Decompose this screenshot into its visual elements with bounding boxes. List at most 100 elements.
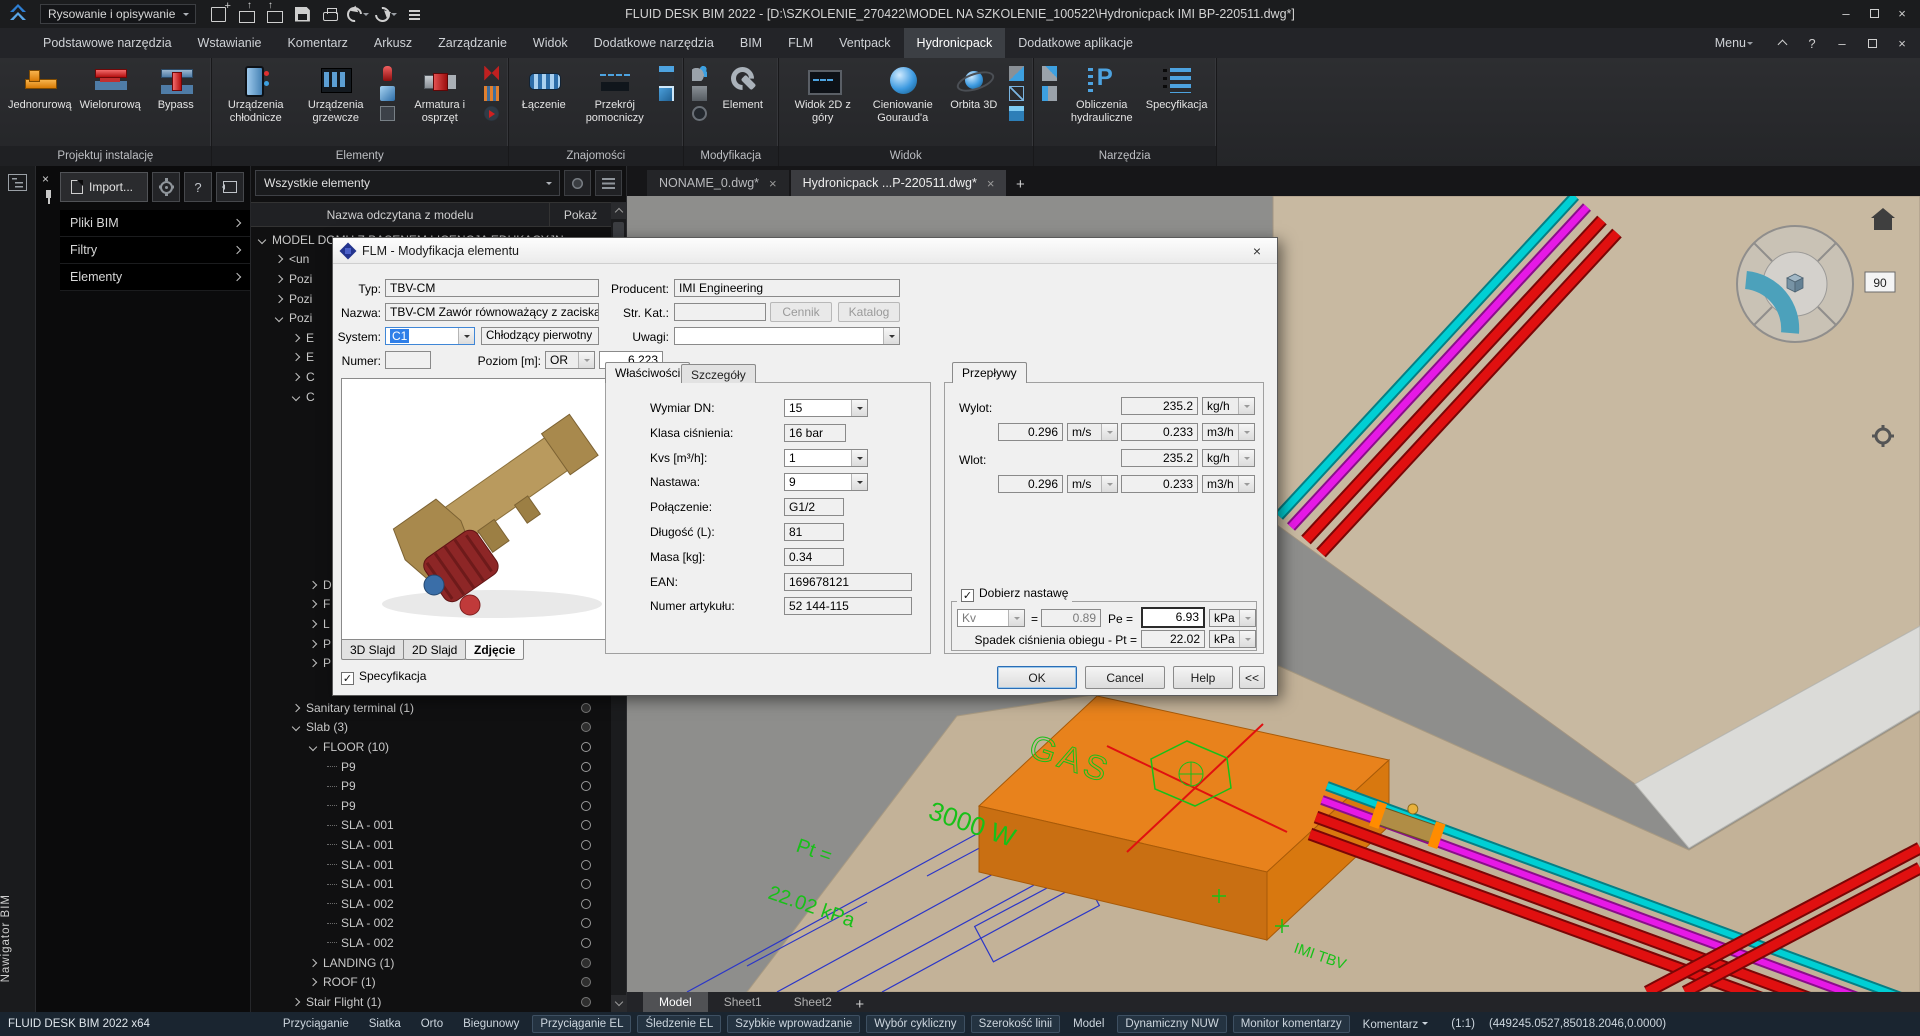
property-field-ean[interactable]: 169678121: [784, 573, 912, 591]
sheet-tab-sheet2[interactable]: Sheet2: [778, 992, 848, 1012]
slide-tab-3d-slajd[interactable]: 3D Slajd: [341, 640, 404, 660]
wlot-vol-unit-combo[interactable]: m3/h: [1202, 475, 1255, 493]
status-toggle-przyci-ganie-el[interactable]: Przyciąganie EL: [532, 1015, 631, 1033]
tree-row[interactable]: FLOOR (10): [251, 737, 611, 757]
pe-value-field[interactable]: 6.93: [1141, 607, 1205, 628]
visibility-dot[interactable]: [581, 703, 591, 713]
chevron-down-icon[interactable]: [275, 314, 283, 322]
property-field-klasa-ci-nienia[interactable]: 16 bar: [784, 424, 846, 442]
visibility-dot[interactable]: [581, 781, 591, 791]
import-dwg-icon-button[interactable]: [262, 3, 286, 25]
name-column-header[interactable]: Nazwa odczytana z modelu: [251, 208, 549, 222]
print-icon-button[interactable]: [318, 3, 342, 25]
status-toggle-orto[interactable]: Orto: [414, 1016, 450, 1032]
property-combo-nastawa[interactable]: 9: [784, 473, 868, 491]
dock-panel-button[interactable]: [216, 172, 244, 202]
sheet-tab-model[interactable]: Model: [643, 992, 708, 1012]
visibility-dot[interactable]: [581, 801, 591, 811]
tree-row[interactable]: SLA - 001: [251, 835, 611, 855]
wylot-vel-unit-combo[interactable]: m/s: [1067, 423, 1118, 441]
visibility-dot[interactable]: [581, 742, 591, 752]
status-toggle-siatka[interactable]: Siatka: [362, 1016, 408, 1032]
sidebar-item-pliki-bim[interactable]: Pliki BIM: [60, 210, 250, 237]
new-file-icon-button[interactable]: [206, 3, 230, 25]
ribbon-button-widok-2d-z-g-ry[interactable]: Widok 2D z góry: [783, 58, 863, 124]
mdi-minimize-button[interactable]: [1828, 32, 1856, 54]
ribbon-small-section-alt-button[interactable]: [659, 66, 674, 81]
filter-elements-combo[interactable]: Wszystkie elementy: [255, 170, 560, 196]
scroll-down-button[interactable]: [611, 995, 626, 1012]
ribbon-small-radiator-button[interactable]: [484, 86, 499, 101]
ribbon-button-orbita-3d[interactable]: Orbita 3D: [943, 58, 1005, 112]
typ-field[interactable]: TBV-CM: [385, 279, 599, 297]
uwagi-combo[interactable]: [674, 327, 900, 345]
ribbon-small-cube-wire-button[interactable]: [1009, 86, 1024, 101]
import-button[interactable]: Import...: [60, 172, 148, 202]
menu-item-dodatkowe-narz-dzia[interactable]: Dodatkowe narzędzia: [581, 28, 727, 58]
property-field-d-ugo-l[interactable]: 81: [784, 523, 844, 541]
open-file-icon-button[interactable]: [234, 3, 258, 25]
visibility-dot[interactable]: [581, 722, 591, 732]
chevron-right-icon[interactable]: [309, 659, 317, 667]
ribbon-button-bypass[interactable]: Bypass: [145, 58, 207, 112]
visibility-dot[interactable]: [581, 938, 591, 948]
chevron-down-icon[interactable]: [309, 743, 317, 751]
save-icon-button[interactable]: [290, 3, 314, 25]
menu-item-wstawianie[interactable]: Wstawianie: [185, 28, 275, 58]
visibility-dot[interactable]: [581, 997, 591, 1007]
pe-unit-combo[interactable]: kPa: [1209, 609, 1256, 627]
status-toggle-szeroko-linii[interactable]: Szerokość linii: [971, 1015, 1061, 1033]
help-dialog-button[interactable]: Help: [1173, 666, 1233, 689]
ribbon-small-pipe-tool-button[interactable]: [659, 86, 674, 101]
doc-tab-noname-0-dwg[interactable]: NONAME_0.dwg*: [647, 170, 789, 196]
visibility-dot[interactable]: [581, 958, 591, 968]
chevron-right-icon[interactable]: [292, 334, 300, 342]
ribbon-button-cieniowanie-gouraud-a[interactable]: Cieniowanie Gouraud'a: [863, 58, 943, 124]
display-mode-button[interactable]: [564, 170, 591, 196]
tree-row[interactable]: ROOF (1): [251, 972, 611, 992]
status-toggle-model[interactable]: Model: [1066, 1016, 1111, 1032]
help-button[interactable]: ?: [1798, 32, 1826, 54]
scroll-up-button[interactable]: [611, 202, 626, 219]
panel-close-icon[interactable]: ×: [42, 172, 49, 186]
ribbon-button-obliczenia-hydrauliczne[interactable]: Obliczenia hydrauliczne: [1062, 58, 1142, 124]
ribbon-small-pump-button[interactable]: [484, 106, 499, 121]
ribbon-button-przekr-j-pomocniczy[interactable]: Przekrój pomocniczy: [575, 58, 655, 124]
visibility-dot[interactable]: [581, 820, 591, 830]
redo-icon-button[interactable]: [374, 3, 398, 25]
sheet-tab-sheet1[interactable]: Sheet1: [708, 992, 778, 1012]
menu-dropdown[interactable]: Menu: [1702, 36, 1766, 50]
status-toggle-dynamiczny-nuw[interactable]: Dynamiczny NUW: [1117, 1015, 1226, 1033]
ribbon-small-pipe-length-button[interactable]: [692, 86, 707, 101]
ribbon-button-armatura-i-osprz-t[interactable]: Armatura i osprzęt: [400, 58, 480, 124]
ribbon-small-spray-button[interactable]: [692, 66, 707, 81]
maximize-button[interactable]: [1860, 2, 1888, 24]
undo-icon-button[interactable]: [346, 3, 370, 25]
chevron-right-icon[interactable]: [292, 704, 300, 712]
menu-item-dodatkowe-aplikacje[interactable]: Dodatkowe aplikacje: [1005, 28, 1146, 58]
ribbon-button-wielorurow[interactable]: Wielorurową: [76, 58, 145, 112]
tree-row[interactable]: P9: [251, 776, 611, 796]
chevron-right-icon[interactable]: [309, 600, 317, 608]
tree-row[interactable]: SLA - 002: [251, 933, 611, 953]
tree-structure-icon[interactable]: [8, 174, 27, 191]
chevron-right-icon[interactable]: [309, 958, 317, 966]
menu-item-komentarz[interactable]: Komentarz: [274, 28, 360, 58]
doc-tab-hydronicpack-p-220511-dwg[interactable]: Hydronicpack ...P-220511.dwg*: [791, 170, 1007, 196]
kv-combo[interactable]: Kv: [957, 609, 1025, 627]
chevron-right-icon[interactable]: [309, 581, 317, 589]
pin-icon[interactable]: [44, 190, 54, 204]
status-toggle-wyb-r-cykliczny[interactable]: Wybór cykliczny: [866, 1015, 964, 1033]
visibility-dot[interactable]: [581, 918, 591, 928]
wylot-vol-unit-combo[interactable]: m3/h: [1202, 423, 1255, 441]
property-field-numer-artyku-u[interactable]: 52 144-115: [784, 597, 912, 615]
collapse-ribbon-button[interactable]: [1768, 32, 1796, 54]
property-combo-kvs-m-h[interactable]: 1: [784, 449, 868, 467]
pt-unit-combo[interactable]: kPa: [1209, 630, 1256, 648]
tree-row[interactable]: Slab (3): [251, 718, 611, 738]
chevron-down-icon[interactable]: [292, 723, 300, 731]
ribbon-button-specyfikacja[interactable]: Specyfikacja: [1142, 58, 1212, 112]
ok-button[interactable]: OK: [997, 666, 1077, 689]
ribbon-small-valve-button[interactable]: [484, 66, 499, 81]
menu-item-flm[interactable]: FLM: [775, 28, 826, 58]
